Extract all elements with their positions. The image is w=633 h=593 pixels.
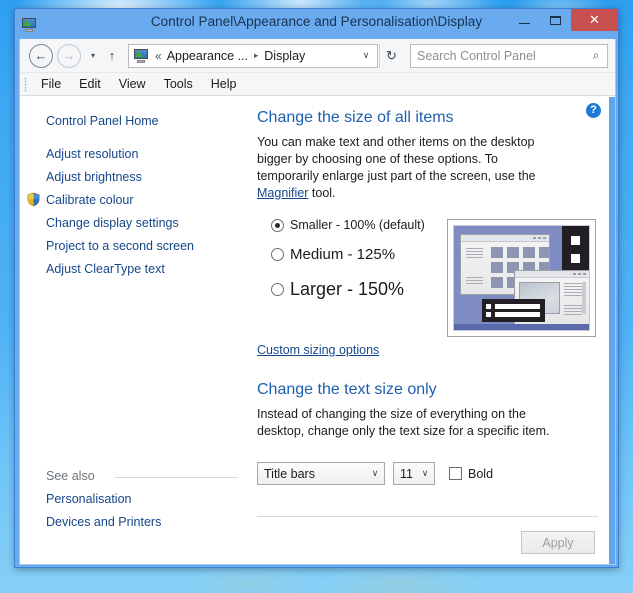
preview-canvas: [453, 225, 590, 331]
page-title: Change the size of all items: [257, 109, 454, 126]
chevron-down-icon: ∨: [371, 468, 379, 478]
window-client-area: ← → ▾ ↑ « Appearance ... ▸ Display ∨ ↻ S…: [19, 39, 616, 565]
section-text-size: Change the text size only Instead of cha…: [244, 381, 615, 485]
up-button[interactable]: ↑: [103, 48, 121, 63]
section1-description: You can make text and other items on the…: [257, 134, 557, 202]
text-item-select[interactable]: Title bars ∨: [257, 462, 385, 485]
chevron-down-icon[interactable]: ∨: [355, 50, 377, 61]
chevron-down-icon: ∨: [421, 468, 429, 478]
breadcrumb[interactable]: « Appearance ... ▸ Display ∨: [128, 43, 378, 68]
sidebar-item-personalisation[interactable]: Personalisation: [20, 488, 244, 511]
bold-checkbox[interactable]: Bold: [449, 467, 493, 481]
menu-item-edit[interactable]: Edit: [70, 73, 110, 95]
font-size-select-value: 11: [400, 466, 413, 481]
search-icon[interactable]: ⌕: [585, 48, 607, 63]
apply-button[interactable]: Apply: [521, 531, 595, 554]
desktop-background: Control Panel\Appearance and Personalisa…: [0, 0, 633, 593]
sidebar-item-adjust-brightness[interactable]: Adjust brightness: [20, 166, 244, 189]
section1-description-part2: tool.: [308, 186, 336, 200]
see-also-divider: [115, 477, 238, 478]
radio-label: Medium - 125%: [290, 246, 396, 263]
chevron-right-icon: ▸: [254, 50, 259, 60]
forward-button[interactable]: →: [57, 43, 81, 68]
close-button[interactable]: ✕: [571, 9, 618, 31]
search-input[interactable]: Search Control Panel ⌕: [410, 43, 608, 68]
section1-description-part1: You can make text and other items on the…: [257, 135, 536, 183]
preview-taskbar-window: [482, 299, 545, 322]
uac-shield-icon: [26, 192, 41, 207]
radio-indicator: [271, 218, 284, 232]
scaling-options-group: Smaller - 100% (default) Medium - 125% L…: [244, 218, 615, 340]
back-button[interactable]: ←: [29, 43, 53, 68]
breadcrumb-item-display[interactable]: Display: [264, 49, 305, 63]
see-also-label: See also: [46, 469, 95, 483]
recent-locations-icon[interactable]: ▾: [85, 51, 101, 60]
radio-indicator: [271, 248, 284, 261]
menu-item-tools[interactable]: Tools: [155, 73, 202, 95]
breadcrumb-overflow-icon[interactable]: «: [155, 49, 162, 63]
window-body: Control Panel Home Adjust resolution Adj…: [20, 97, 615, 564]
display-monitor-icon: [21, 17, 37, 33]
display-monitor-icon: [133, 48, 149, 64]
magnifier-link[interactable]: Magnifier: [257, 186, 308, 200]
window-controls: ✕: [509, 9, 618, 39]
menu-item-file[interactable]: File: [32, 73, 70, 95]
sidebar-item-label: Calibrate colour: [46, 193, 134, 207]
window-titlebar[interactable]: Control Panel\Appearance and Personalisa…: [15, 9, 618, 39]
sidebar-item-control-panel-home[interactable]: Control Panel Home: [20, 110, 244, 133]
text-size-controls: Title bars ∨ 11 ∨ Bold: [257, 462, 615, 485]
content-divider: [257, 516, 598, 517]
section2-heading: Change the text size only: [257, 381, 437, 398]
display-scaling-preview: [447, 219, 596, 337]
vertical-scrollbar[interactable]: [609, 97, 615, 564]
address-bar: ← → ▾ ↑ « Appearance ... ▸ Display ∨ ↻ S…: [20, 39, 615, 73]
search-placeholder: Search Control Panel: [417, 48, 536, 63]
section2-description: Instead of changing the size of everythi…: [257, 407, 550, 438]
menu-bar: File Edit View Tools Help: [20, 73, 615, 96]
preview-taskbar: [454, 324, 589, 330]
menu-item-view[interactable]: View: [110, 73, 155, 95]
sidebar-item-devices-and-printers[interactable]: Devices and Printers: [20, 511, 244, 534]
bold-checkbox-label: Bold: [468, 466, 494, 481]
sidebar: Control Panel Home Adjust resolution Adj…: [20, 97, 244, 564]
menu-grip: [24, 77, 27, 92]
checkbox-indicator: [449, 467, 462, 480]
minimize-button[interactable]: [509, 9, 540, 31]
radio-label: Smaller - 100% (default): [290, 218, 425, 232]
help-icon[interactable]: ?: [586, 103, 601, 118]
control-panel-window: Control Panel\Appearance and Personalisa…: [14, 8, 619, 568]
sidebar-item-project-to-second-screen[interactable]: Project to a second screen: [20, 235, 244, 258]
see-also-heading: See also: [20, 469, 244, 483]
radio-indicator: [271, 283, 284, 296]
refresh-icon[interactable]: ↻: [379, 43, 403, 68]
breadcrumb-item-appearance[interactable]: Appearance ...: [167, 49, 248, 63]
maximize-button[interactable]: [540, 9, 571, 31]
see-also-section: See also Personalisation Devices and Pri…: [20, 469, 244, 534]
sidebar-item-adjust-resolution[interactable]: Adjust resolution: [20, 143, 244, 166]
sidebar-item-calibrate-colour[interactable]: Calibrate colour: [20, 189, 244, 212]
sidebar-item-adjust-cleartype-text[interactable]: Adjust ClearType text: [20, 258, 244, 281]
menu-item-help[interactable]: Help: [202, 73, 246, 95]
sidebar-item-change-display-settings[interactable]: Change display settings: [20, 212, 244, 235]
font-size-select[interactable]: 11 ∨: [393, 462, 435, 485]
text-item-select-value: Title bars: [264, 466, 315, 481]
custom-sizing-options-link[interactable]: Custom sizing options: [257, 343, 379, 357]
radio-label: Larger - 150%: [290, 279, 405, 299]
main-content: ? Change the size of all items You can m…: [244, 97, 615, 564]
